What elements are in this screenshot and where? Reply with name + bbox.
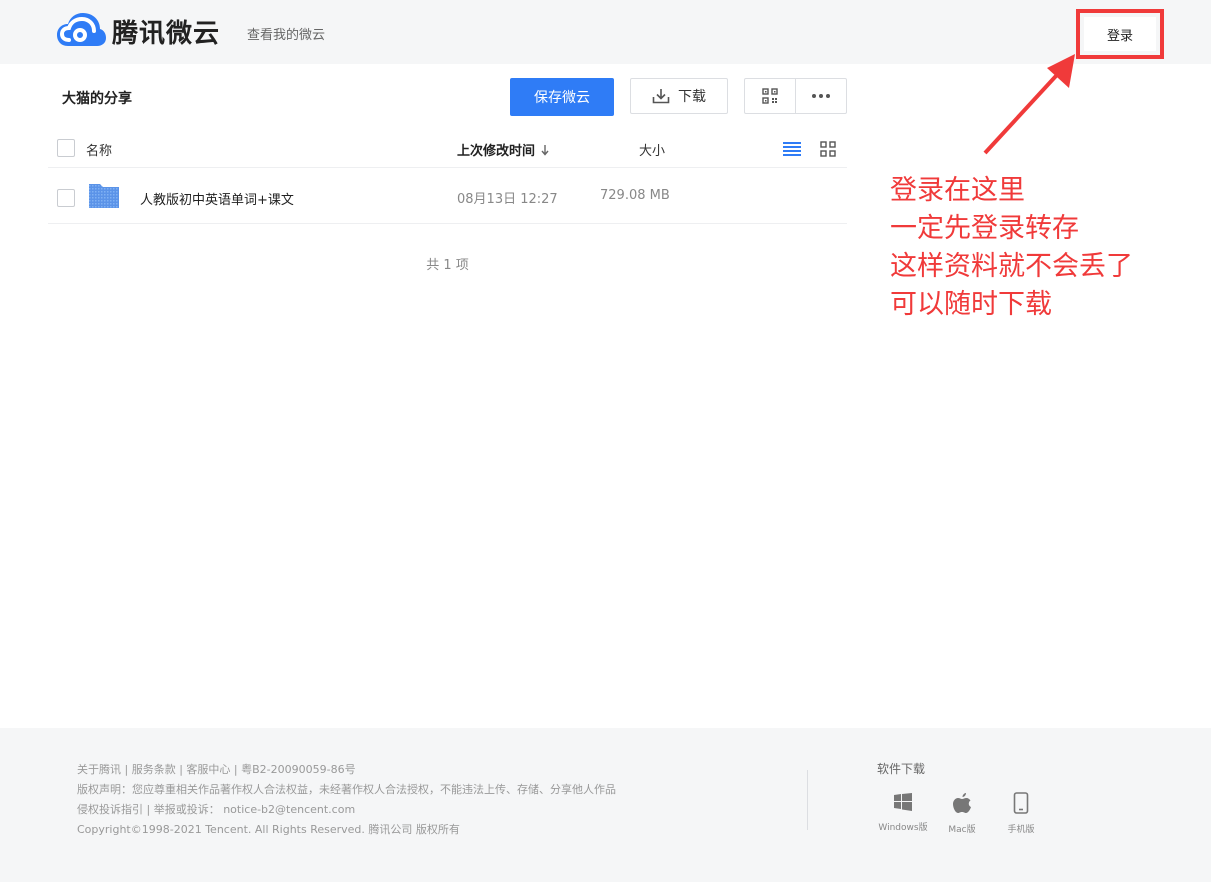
share-title: 大猫的分享 (62, 91, 132, 107)
grid-view-icon (820, 141, 836, 157)
column-name: 名称 (86, 144, 113, 159)
qr-code-icon (762, 88, 778, 104)
column-mtime-label: 上次修改时间 (457, 144, 536, 159)
extra-actions-group (744, 78, 847, 114)
file-mtime: 08月13日 12:27 (457, 192, 558, 207)
annotation-line-4: 可以随时下载 (890, 289, 1052, 320)
table-header: 名称 上次修改时间 大小 (48, 130, 847, 168)
cloud-logo-icon (57, 13, 106, 46)
my-cloud-link[interactable]: 查看我的微云 (247, 24, 325, 43)
download-mac[interactable]: Mac版 (932, 792, 992, 835)
login-button[interactable]: 登录 (1084, 17, 1156, 51)
apple-icon (953, 793, 971, 813)
download-mobile[interactable]: 手机版 (991, 792, 1051, 835)
windows-icon (894, 793, 912, 811)
footer-divider (807, 770, 808, 830)
item-count: 共 1 项 (426, 258, 469, 273)
list-view-icon (783, 142, 801, 156)
phone-icon (1013, 792, 1029, 814)
windows-label: Windows版 (878, 823, 928, 833)
column-mtime[interactable]: 上次修改时间 (457, 140, 550, 159)
footer-complaint[interactable]: 侵权投诉指引 | 举报或投诉： notice-b2@tencent.com (77, 800, 616, 820)
download-windows[interactable]: Windows版 (873, 792, 933, 833)
folder-icon (89, 184, 119, 208)
mac-label: Mac版 (948, 825, 976, 835)
annotation-arrow-icon (983, 54, 1075, 155)
annotation-text: 登录在这里 一定先登录转存 这样资料就不会丢了 可以随时下载 (890, 172, 1133, 324)
login-highlight-frame: 登录 (1076, 9, 1164, 59)
footer-copyright: Copyright©1998-2021 Tencent. All Rights … (77, 823, 460, 836)
footer-copyright-notice: 版权声明：您应尊重相关作品著作权人合法权益，未经著作权人合法授权，不能违法上传、… (77, 783, 616, 796)
more-button[interactable] (796, 79, 846, 113)
table-row[interactable]: 人教版初中英语单词+课文 08月13日 12:27 729.08 MB (48, 168, 847, 224)
select-all-checkbox[interactable] (57, 139, 75, 157)
logo-text: 腾讯微云 (112, 18, 221, 49)
download-icon (652, 89, 670, 104)
more-dots-icon (812, 94, 830, 98)
sort-down-arrow-icon (541, 145, 549, 156)
footer-links[interactable]: 关于腾讯 | 服务条款 | 客服中心 | 粤B2-20090059-86号 (77, 760, 616, 780)
mobile-label: 手机版 (1007, 825, 1035, 835)
column-size: 大小 (639, 144, 666, 159)
annotation-line-3: 这样资料就不会丢了 (890, 251, 1133, 282)
list-view-toggle[interactable] (783, 141, 801, 160)
save-to-weiyun-button[interactable]: 保存微云 (510, 78, 614, 116)
annotation-line-1: 登录在这里 (890, 175, 1025, 206)
grid-view-toggle[interactable] (820, 141, 836, 161)
download-button[interactable]: 下载 (630, 78, 728, 114)
qr-code-button[interactable] (745, 79, 796, 113)
file-size: 729.08 MB (600, 188, 670, 203)
row-checkbox[interactable] (57, 189, 75, 207)
software-download-title: 软件下载 (877, 762, 926, 776)
download-label: 下载 (678, 89, 706, 105)
footer: 关于腾讯 | 服务条款 | 客服中心 | 粤B2-20090059-86号 版权… (0, 728, 1211, 882)
annotation-line-2: 一定先登录转存 (890, 213, 1079, 244)
file-name[interactable]: 人教版初中英语单词+课文 (140, 189, 294, 208)
weiyun-logo[interactable]: 腾讯微云 (56, 12, 220, 50)
footer-info: 关于腾讯 | 服务条款 | 客服中心 | 粤B2-20090059-86号 版权… (77, 760, 616, 840)
